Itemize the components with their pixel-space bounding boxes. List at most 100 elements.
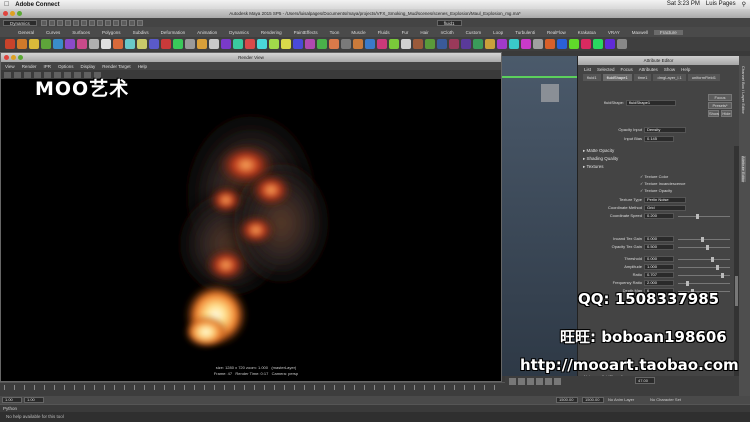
shelf-tool-icon[interactable] bbox=[377, 39, 387, 49]
shelf-tool-icon[interactable] bbox=[65, 39, 75, 49]
shelf-tool-icon[interactable] bbox=[329, 39, 339, 49]
shelf-tool-icon[interactable] bbox=[185, 39, 195, 49]
collapsible-section[interactable]: ▸ Textures bbox=[583, 164, 733, 171]
snap-curve-icon[interactable] bbox=[96, 19, 103, 26]
shelf-tab[interactable]: PaintEffects bbox=[288, 30, 324, 35]
shelf-tool-icon[interactable] bbox=[233, 39, 243, 49]
shelf-tab[interactable]: Custom bbox=[460, 30, 488, 35]
node-tab[interactable]: fluidShape1 bbox=[602, 74, 632, 81]
shelf-tool-icon[interactable] bbox=[341, 39, 351, 49]
shelf-tool-icon[interactable] bbox=[17, 39, 27, 49]
attribute-value-field[interactable]: 2.000 bbox=[644, 280, 674, 286]
play-backward-icon[interactable] bbox=[527, 378, 534, 385]
shelf-tab[interactable]: General bbox=[12, 30, 40, 35]
anim-layer-dropdown[interactable]: No Anim Layer bbox=[608, 397, 634, 402]
shelf-tab[interactable]: Maxwell bbox=[626, 30, 654, 35]
shelf-tab[interactable]: Toon bbox=[324, 30, 346, 35]
render-region-icon[interactable] bbox=[14, 71, 21, 78]
shelf-tool-icon[interactable] bbox=[521, 39, 531, 49]
attribute-slider[interactable] bbox=[678, 273, 730, 278]
shelf-tool-icon[interactable] bbox=[137, 39, 147, 49]
attribute-slider[interactable] bbox=[678, 237, 730, 242]
shelf-tab[interactable]: Fracture bbox=[654, 29, 683, 35]
shelf-tab[interactable]: RealFlow bbox=[541, 30, 572, 35]
shelf-tool-icon[interactable] bbox=[101, 39, 111, 49]
attribute-value-field[interactable]: 0.500 bbox=[644, 244, 674, 250]
shelf-tool-icon[interactable] bbox=[617, 39, 627, 49]
zoom-render-view-icon[interactable] bbox=[18, 55, 23, 60]
shelf-tool-icon[interactable] bbox=[197, 39, 207, 49]
attribute-slider[interactable] bbox=[678, 265, 730, 270]
side-tab-channel-box[interactable]: Channel Box / Layer Editor bbox=[741, 66, 746, 114]
shelf-tool-icon[interactable] bbox=[365, 39, 375, 49]
opacity-input-dropdown[interactable]: Density bbox=[644, 127, 686, 133]
attribute-value-field[interactable]: 1.000 bbox=[644, 264, 674, 270]
shelf-tool-icon[interactable] bbox=[401, 39, 411, 49]
shelf-tab[interactable]: VRAY bbox=[602, 30, 626, 35]
shelf-tool-icon[interactable] bbox=[449, 39, 459, 49]
render-view-menu-item[interactable]: Render Target bbox=[102, 64, 130, 69]
shelf-tool-icon[interactable] bbox=[533, 39, 543, 49]
shelf-tool-icon[interactable] bbox=[413, 39, 423, 49]
shelf-tool-icon[interactable] bbox=[557, 39, 567, 49]
render-frame-icon[interactable] bbox=[120, 19, 127, 26]
collapsible-section[interactable]: ▸ Shading Quality bbox=[583, 156, 733, 163]
shelf-tool-icon[interactable] bbox=[389, 39, 399, 49]
shelf-tab[interactable]: Muscle bbox=[345, 30, 371, 35]
shelf-tool-icon[interactable] bbox=[545, 39, 555, 49]
zoom-window-icon[interactable] bbox=[17, 11, 22, 16]
shelf-tab[interactable]: Fluids bbox=[372, 30, 396, 35]
mac-app-name[interactable]: Adobe Connect bbox=[15, 2, 59, 8]
show-button[interactable]: Show bbox=[708, 110, 719, 117]
shelf-tool-icon[interactable] bbox=[281, 39, 291, 49]
shelf-tab[interactable]: Krakatoa bbox=[572, 30, 602, 35]
shelf-tool-icon[interactable] bbox=[353, 39, 363, 49]
texture-checkbox[interactable]: ✓ Texture Color bbox=[640, 174, 668, 179]
render-view-menu-item[interactable]: IPR bbox=[43, 64, 51, 69]
slider-handle[interactable] bbox=[706, 245, 709, 250]
attribute-slider[interactable] bbox=[678, 281, 730, 286]
render-view-menu-item[interactable]: Render bbox=[22, 64, 37, 69]
shelf-tool-icon[interactable] bbox=[269, 39, 279, 49]
mac-clock[interactable]: Sat 3:23 PM bbox=[667, 1, 700, 8]
shelf-tab[interactable]: Curves bbox=[40, 30, 66, 35]
shelf-tool-icon[interactable] bbox=[77, 39, 87, 49]
slider-handle[interactable] bbox=[701, 237, 704, 242]
shelf-tab[interactable]: nCloth bbox=[435, 30, 460, 35]
command-line[interactable]: Python bbox=[0, 404, 750, 412]
slider-handle[interactable] bbox=[711, 257, 714, 262]
menu-set-dropdown[interactable]: Dynamics bbox=[3, 19, 37, 26]
step-back-icon[interactable] bbox=[518, 378, 525, 385]
range-start-field[interactable]: 1.00 bbox=[24, 397, 44, 403]
shelf-tab[interactable]: Subdivs bbox=[127, 30, 155, 35]
attribute-value-field[interactable]: Grid bbox=[644, 205, 686, 211]
node-name-field[interactable]: fluidShape1 bbox=[626, 100, 676, 106]
shelf-tool-icon[interactable] bbox=[113, 39, 123, 49]
select-object-icon[interactable] bbox=[72, 19, 79, 26]
anim-end-field[interactable]: 1500.00 bbox=[582, 397, 604, 403]
snapshot-icon[interactable] bbox=[24, 71, 31, 78]
character-set-dropdown[interactable]: No Character Set bbox=[650, 397, 681, 402]
shelf-tool-icon[interactable] bbox=[461, 39, 471, 49]
shelf-tool-icon[interactable] bbox=[89, 39, 99, 49]
node-tab[interactable]: fluid1 bbox=[583, 74, 601, 81]
shelf-tool-icon[interactable] bbox=[473, 39, 483, 49]
view-cube[interactable] bbox=[541, 84, 559, 102]
shelf-tool-icon[interactable] bbox=[161, 39, 171, 49]
close-window-icon[interactable] bbox=[3, 11, 8, 16]
attribute-editor-menu-item[interactable]: Show bbox=[664, 67, 675, 72]
current-frame-field[interactable]: 47.00 bbox=[635, 377, 655, 384]
render-view-menu-item[interactable]: Options bbox=[58, 64, 74, 69]
shelf-tool-icon[interactable] bbox=[149, 39, 159, 49]
attribute-editor-menu-item[interactable]: Attributes bbox=[639, 67, 658, 72]
shelf-tool-icon[interactable] bbox=[53, 39, 63, 49]
shelf-tab[interactable]: Deformation bbox=[155, 30, 192, 35]
texture-checkbox[interactable]: ✓ Texture Opacity bbox=[640, 188, 672, 193]
mac-user[interactable]: Luis Pages bbox=[706, 1, 736, 8]
shelf-tool-icon[interactable] bbox=[221, 39, 231, 49]
node-tab[interactable]: time1 bbox=[633, 74, 652, 81]
render-settings-icon[interactable] bbox=[136, 19, 143, 26]
time-slider[interactable] bbox=[0, 382, 505, 396]
input-bias-field[interactable]: 0.145 bbox=[644, 136, 674, 142]
attribute-value-field[interactable]: 0.200 bbox=[644, 213, 674, 219]
